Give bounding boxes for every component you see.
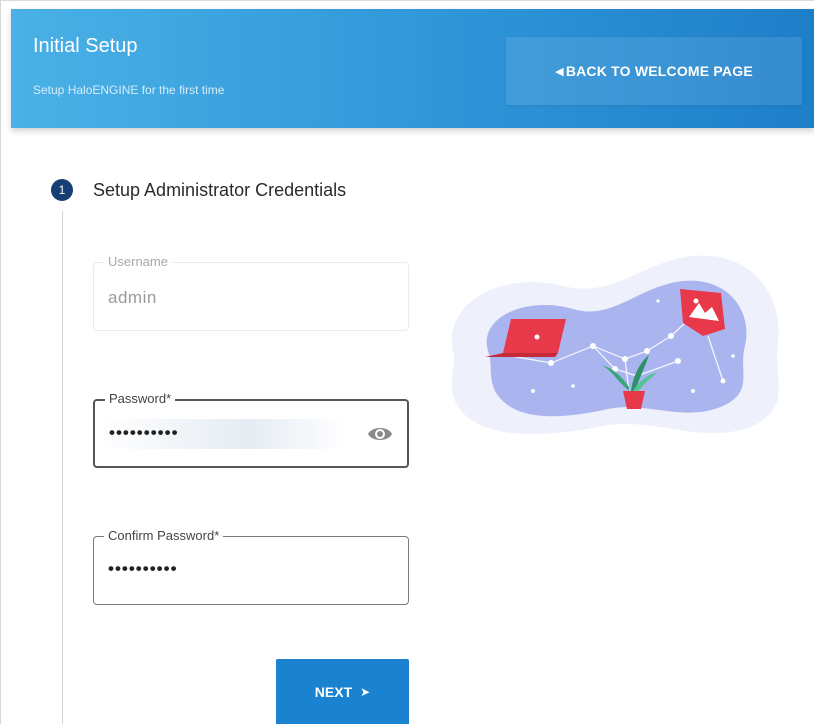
setup-illustration: [433, 241, 793, 451]
confirm-password-label: Confirm Password*: [104, 528, 224, 543]
username-label: Username: [104, 254, 172, 269]
back-to-welcome-button[interactable]: ◀ BACK TO WELCOME PAGE: [506, 37, 802, 105]
password-value[interactable]: ••••••••••: [109, 423, 179, 443]
confirm-password-field[interactable]: Confirm Password* ••••••••••: [93, 528, 409, 605]
next-button-label: NEXT: [314, 684, 353, 700]
page-header: Initial Setup Setup HaloENGINE for the f…: [11, 9, 814, 128]
chevron-right-icon: ➤: [360, 685, 371, 699]
step-number-badge: 1: [51, 179, 73, 201]
step-connector-line: [62, 211, 63, 724]
eye-icon[interactable]: [367, 423, 393, 445]
page-title: Initial Setup: [33, 35, 138, 57]
password-field[interactable]: Password* ••••••••••: [93, 391, 409, 468]
triangle-left-icon: ◀: [555, 65, 564, 78]
back-button-label: BACK TO WELCOME PAGE: [565, 63, 753, 79]
username-value: admin: [108, 288, 157, 307]
confirm-password-value[interactable]: ••••••••••: [108, 559, 178, 579]
next-button[interactable]: NEXT ➤: [276, 659, 409, 724]
setup-page: Initial Setup Setup HaloENGINE for the f…: [0, 0, 814, 724]
password-label: Password*: [105, 391, 176, 406]
username-field: Username admin: [93, 254, 409, 331]
page-subtitle: Setup HaloENGINE for the first time: [33, 83, 225, 97]
step-title: Setup Administrator Credentials: [93, 180, 347, 200]
